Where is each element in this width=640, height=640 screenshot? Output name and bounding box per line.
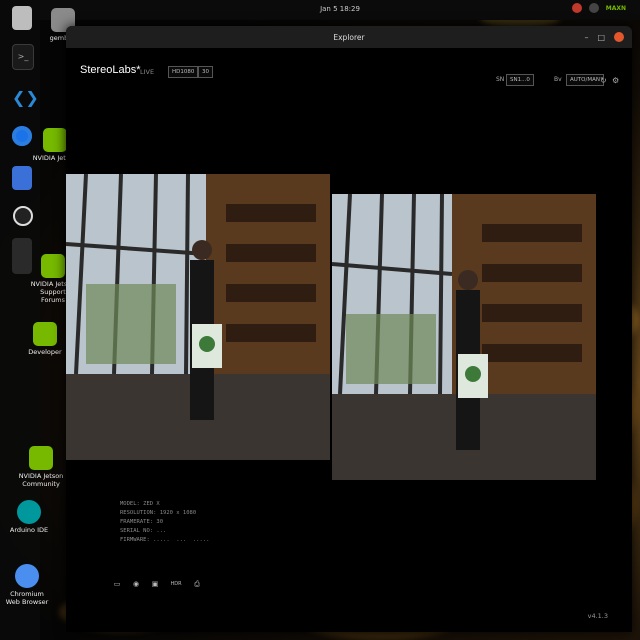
system-tray[interactable]: MAXN <box>571 3 626 13</box>
terminal-icon[interactable]: >_ <box>12 44 34 70</box>
right-feed-image <box>332 194 596 480</box>
live-label: LIVE <box>140 68 155 76</box>
chromium-icon <box>15 564 39 588</box>
title-bar[interactable]: Explorer – □ <box>66 26 632 48</box>
bottom-toolbar: ▭ ◉ ▣ HDR ⎙ <box>112 579 202 589</box>
info-line: SERIAL NO: ... <box>120 528 167 534</box>
info-line: FRAMERATE: 30 <box>120 519 164 525</box>
brand-logo: StereoLabs* <box>80 64 141 76</box>
desktop-icon-chromium[interactable]: Chromium Web Browser <box>4 564 50 606</box>
obs-icon[interactable] <box>13 206 33 226</box>
hdr-button[interactable]: HDR <box>169 579 183 589</box>
mode-select[interactable]: AUTO/MAN <box>566 74 604 86</box>
nvidia-icon <box>41 254 65 278</box>
nvidia-icon <box>33 322 57 346</box>
fps-select[interactable]: 30 <box>198 66 213 78</box>
desktop-icon-arduino[interactable]: Arduino IDE <box>6 500 52 534</box>
settings-icon[interactable]: ⚙ <box>612 76 621 85</box>
status-icon[interactable] <box>571 3 582 13</box>
arduino-icon <box>17 500 41 524</box>
folder-icon[interactable]: ▭ <box>112 579 122 589</box>
snapshot-icon[interactable]: ⎙ <box>192 579 202 589</box>
close-icon[interactable] <box>614 32 624 42</box>
serial-label: SN <box>496 76 505 83</box>
resolution-select[interactable]: HD1080 <box>168 66 199 78</box>
window-title: Explorer <box>333 32 365 42</box>
power-mode-label[interactable]: MAXN <box>606 5 626 12</box>
refresh-icon[interactable]: ↻ <box>600 76 609 85</box>
info-line: FIRMWARE: ..... ... ..... <box>120 537 210 543</box>
minimize-icon[interactable]: – <box>584 33 588 42</box>
nvidia-icon <box>29 446 53 470</box>
desktop-icon-community[interactable]: NVIDIA Jetson Community <box>18 446 64 488</box>
nvidia-icon <box>43 128 67 152</box>
camera-info: MODEL: ZED X RESOLUTION: 1920 x 1080 FRA… <box>120 500 209 545</box>
explorer-window: Explorer – □ StereoLabs* LIVE HD1080 30 … <box>66 26 632 632</box>
maximize-icon[interactable]: □ <box>597 33 605 42</box>
dock: >_ ❮❯ <box>0 0 40 640</box>
chromium-icon[interactable] <box>12 126 32 146</box>
right-camera-feed <box>332 194 596 480</box>
network-icon[interactable] <box>588 3 599 13</box>
desktop-icon-developer[interactable]: Developer <box>22 322 68 356</box>
camera-select[interactable]: SN1...0 <box>506 74 534 86</box>
running-app-icon[interactable] <box>12 238 32 274</box>
text-editor-icon[interactable] <box>12 166 32 190</box>
clock[interactable]: Jan 5 18:29 <box>40 5 640 13</box>
left-feed-image <box>66 174 330 460</box>
info-line: RESOLUTION: 1920 x 1080 <box>120 510 197 516</box>
version-label: v4.1.3 <box>587 612 608 620</box>
info-line: MODEL: ZED X <box>120 501 160 507</box>
record-icon[interactable]: ▣ <box>150 579 160 589</box>
mode-label: Bv <box>554 76 562 83</box>
left-camera-feed <box>66 174 330 460</box>
top-bar: Jan 5 18:29 MAXN <box>40 0 640 20</box>
files-icon[interactable] <box>12 6 32 30</box>
vscode-icon[interactable]: ❮❯ <box>12 86 39 110</box>
stream-icon[interactable]: ◉ <box>131 579 141 589</box>
